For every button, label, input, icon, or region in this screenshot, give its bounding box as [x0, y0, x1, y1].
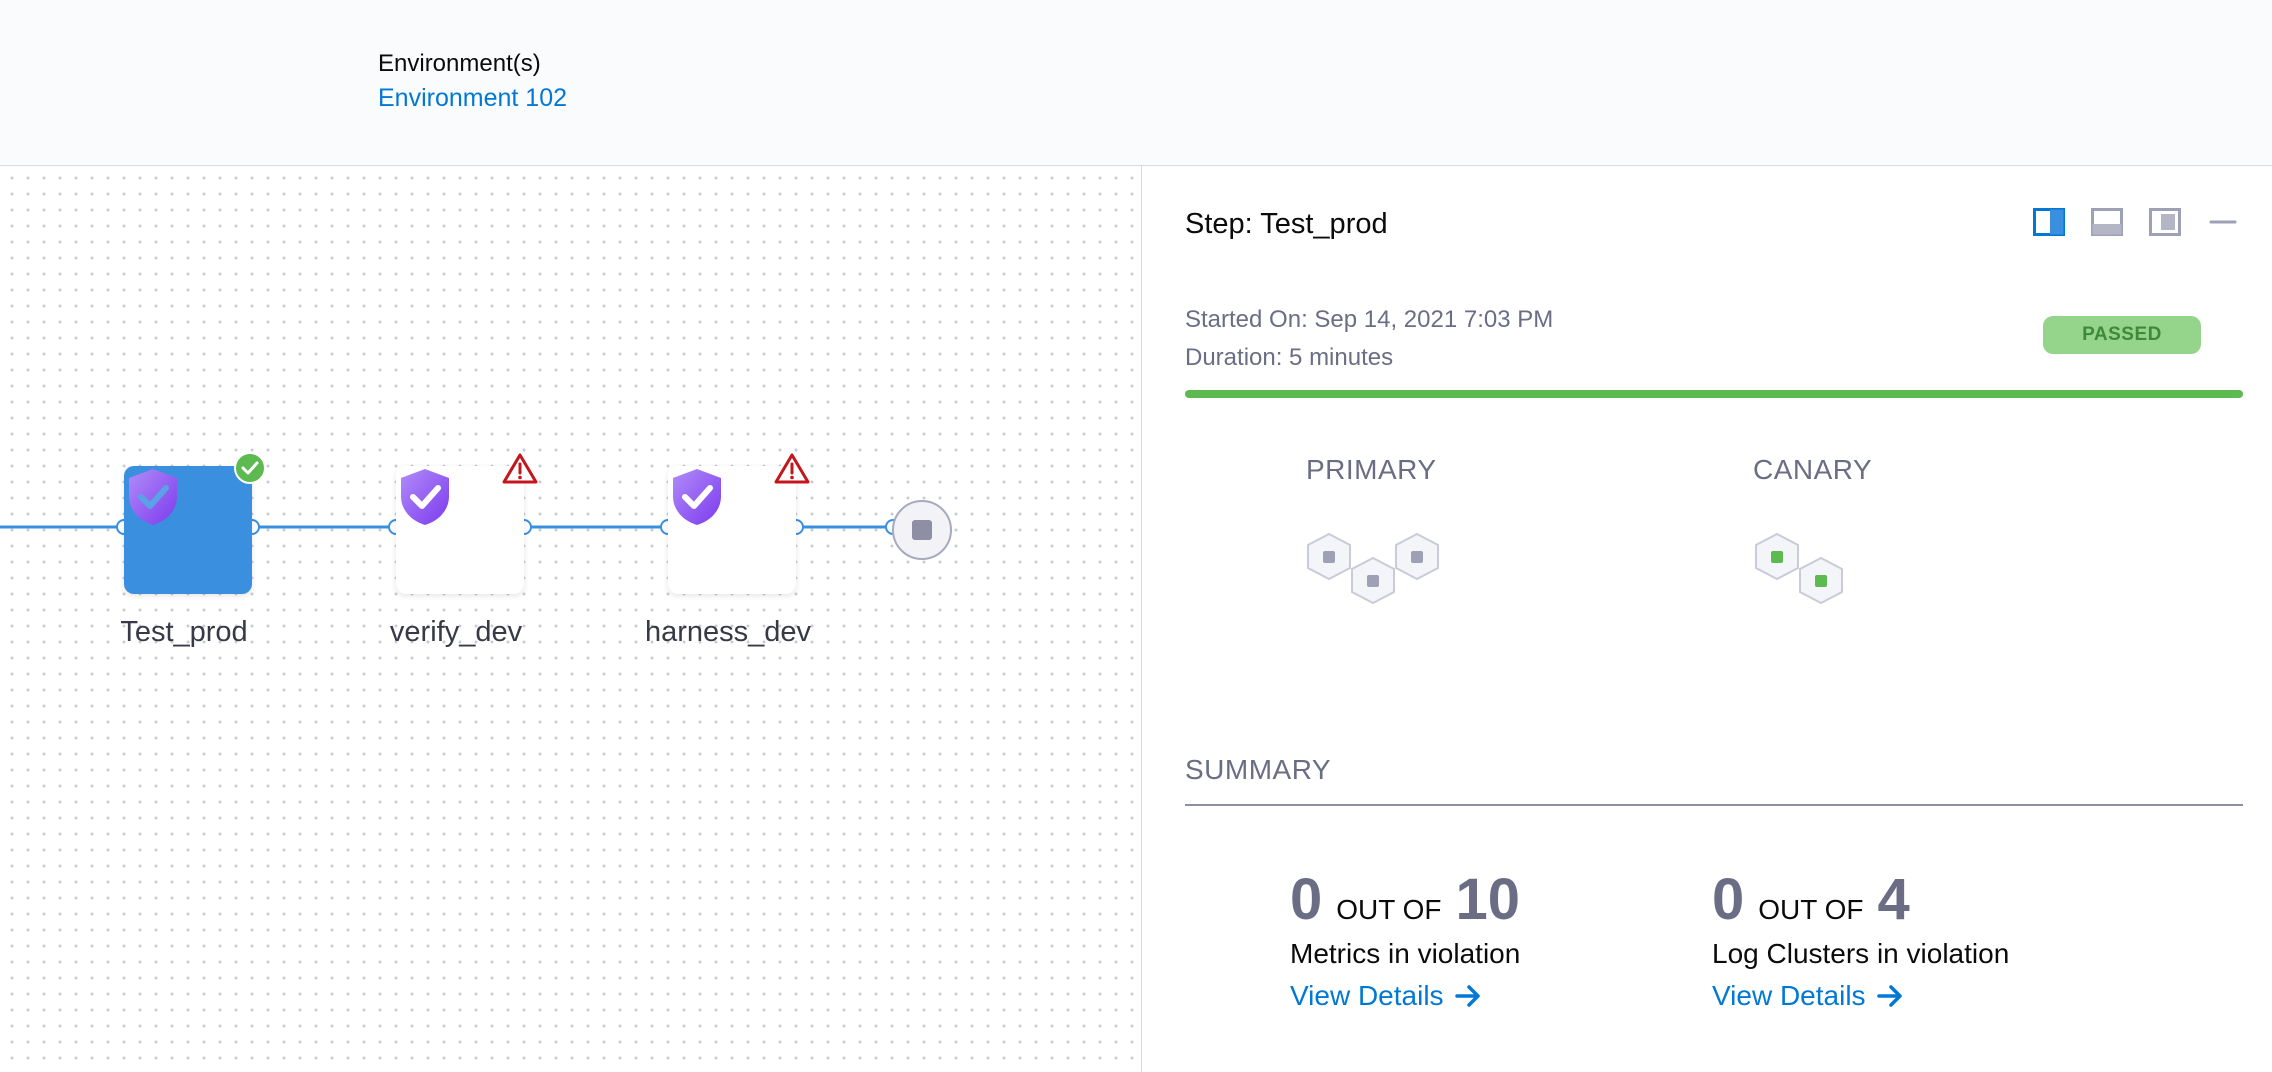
split-right-icon[interactable] [2033, 208, 2065, 236]
success-check-icon [234, 452, 266, 484]
step-details-panel: Step: Test_prod Started On: Sep 14, 2021… [1143, 166, 2272, 1072]
node-label: Test_prod [120, 616, 248, 648]
environment-link[interactable]: Environment 102 [378, 84, 567, 113]
metrics-summary: 0 OUT OF 10 Metrics in violation View Deta… [1290, 866, 1521, 1011]
metrics-view-details-label: View Details [1290, 980, 1444, 1011]
metrics-description: Metrics in violation [1290, 938, 1521, 969]
canary-nodes [1755, 532, 1843, 605]
summary-divider [1185, 804, 2243, 806]
minimize-icon[interactable] [2207, 208, 2239, 236]
primary-title: PRIMARY [1306, 454, 1437, 485]
status-badge: PASSED [2043, 316, 2201, 354]
logs-view-details-link[interactable]: View Details [1712, 980, 1904, 1012]
verify-shield-icon [673, 469, 721, 525]
started-on: Started On: Sep 14, 2021 7:03 PM [1185, 306, 1554, 333]
environment-label: Environment(s) [378, 50, 541, 77]
pipeline-canvas[interactable]: Test_prod verify_dev harness_dev [0, 166, 1142, 1072]
logs-total: 4 [1877, 867, 1910, 932]
node-label: harness_dev [644, 616, 812, 648]
pipeline-end-node [892, 500, 952, 560]
summary-title: SUMMARY [1185, 754, 1332, 785]
metrics-count: 0 [1290, 867, 1323, 932]
verify-shield-icon [401, 469, 449, 525]
canary-title: CANARY [1753, 454, 1873, 485]
primary-nodes [1307, 532, 1439, 605]
pipeline-node-test-prod[interactable] [124, 466, 252, 594]
pipeline-node-harness-dev[interactable] [668, 466, 796, 594]
logs-description: Log Clusters in violation [1712, 938, 2010, 969]
warning-icon [774, 453, 810, 484]
step-title: Step: Test_prod [1185, 208, 1388, 240]
progress-bar [1185, 390, 2243, 398]
arrow-right-icon [1876, 985, 1902, 1007]
node-label: verify_dev [389, 616, 523, 648]
float-icon[interactable] [2149, 208, 2181, 236]
warning-icon [502, 453, 538, 484]
arrow-right-icon [1454, 985, 1480, 1007]
progress-fill [1185, 390, 2243, 398]
metrics-total: 10 [1455, 867, 1521, 932]
logs-out-of: OUT OF [1758, 894, 1864, 925]
logs-count: 0 [1712, 867, 1745, 932]
logs-view-details-label: View Details [1712, 980, 1866, 1011]
duration: Duration: 5 minutes [1185, 344, 1394, 371]
header: Environment(s) Environment 102 [0, 0, 2272, 166]
stop-icon [912, 520, 932, 540]
metrics-view-details-link[interactable]: View Details [1290, 980, 1482, 1012]
split-bottom-icon[interactable] [2091, 208, 2123, 236]
pipeline-node-verify-dev[interactable] [396, 466, 524, 594]
metrics-out-of: OUT OF [1336, 894, 1442, 925]
verify-shield-icon [129, 469, 177, 525]
logs-summary: 0 OUT OF 4 Log Clusters in violation View … [1712, 866, 2009, 1011]
